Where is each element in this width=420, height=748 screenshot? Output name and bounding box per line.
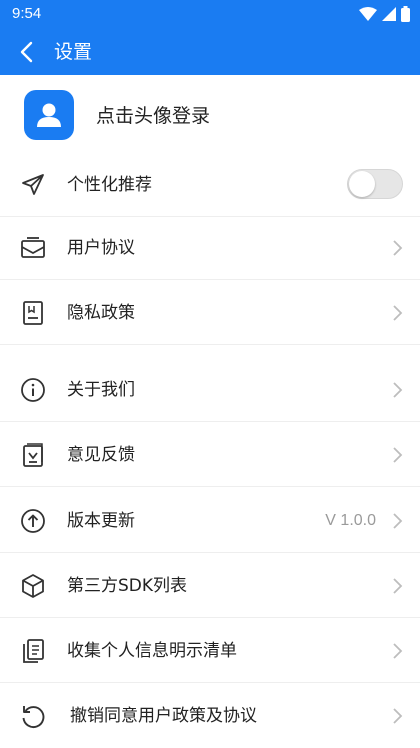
signal-icon — [382, 7, 396, 21]
status-time: 9:54 — [12, 5, 42, 22]
profile-login-row[interactable]: 点击头像登录 — [0, 75, 420, 157]
revoke-consent-row[interactable]: 撤销同意用户政策及协议 — [0, 683, 420, 748]
about-us-label: 关于我们 — [67, 380, 135, 400]
copy-document-icon — [19, 637, 47, 665]
chevron-right-icon — [393, 708, 403, 724]
battery-icon — [401, 6, 410, 22]
revoke-consent-label: 撤销同意用户政策及协议 — [70, 706, 257, 726]
user-agreement-label: 用户协议 — [67, 238, 135, 258]
undo-icon — [19, 702, 47, 730]
chevron-right-icon — [393, 578, 403, 594]
back-button[interactable] — [12, 38, 40, 66]
personal-info-list-row[interactable]: 收集个人信息明示清单 — [0, 618, 420, 683]
send-icon — [19, 171, 47, 199]
third-party-sdk-label: 第三方SDK列表 — [67, 576, 188, 596]
chevron-right-icon — [393, 305, 403, 321]
wifi-icon — [359, 7, 377, 21]
avatar[interactable] — [24, 90, 74, 140]
privacy-policy-label: 隐私政策 — [67, 303, 135, 323]
feedback-icon — [19, 441, 47, 469]
chevron-right-icon — [393, 240, 403, 256]
document-icon — [19, 299, 47, 327]
cube-icon — [19, 572, 47, 600]
divider — [0, 344, 420, 345]
personalized-recommendation-toggle[interactable] — [347, 169, 403, 199]
third-party-sdk-row[interactable]: 第三方SDK列表 — [0, 553, 420, 618]
info-icon — [19, 376, 47, 404]
version-update-row[interactable]: 版本更新 V 1.0.0 — [0, 488, 420, 553]
toggle-knob — [349, 171, 375, 197]
personal-info-list-label: 收集个人信息明示清单 — [67, 641, 237, 661]
login-prompt: 点击头像登录 — [96, 105, 211, 127]
about-us-row[interactable]: 关于我们 — [0, 357, 420, 422]
status-icons — [359, 6, 410, 22]
chevron-right-icon — [393, 643, 403, 659]
privacy-policy-row[interactable]: 隐私政策 — [0, 280, 420, 345]
back-arrow-icon — [20, 41, 33, 63]
page-title: 设置 — [54, 41, 93, 63]
version-number: V 1.0.0 — [325, 512, 376, 529]
chevron-right-icon — [393, 447, 403, 463]
version-update-label: 版本更新 — [67, 511, 135, 531]
user-icon — [37, 103, 61, 127]
chevron-right-icon — [393, 513, 403, 529]
upload-arrow-icon — [19, 507, 47, 535]
chevron-right-icon — [393, 382, 403, 398]
personalized-recommendation-row: 个性化推荐 — [0, 152, 420, 217]
status-bar: 9:54 — [0, 0, 420, 28]
mail-icon — [19, 234, 47, 262]
personalized-recommendation-label: 个性化推荐 — [67, 175, 152, 195]
divider — [0, 486, 420, 487]
feedback-row[interactable]: 意见反馈 — [0, 422, 420, 487]
feedback-label: 意见反馈 — [67, 445, 135, 465]
app-bar: 设置 — [0, 28, 420, 75]
user-agreement-row[interactable]: 用户协议 — [0, 215, 420, 280]
